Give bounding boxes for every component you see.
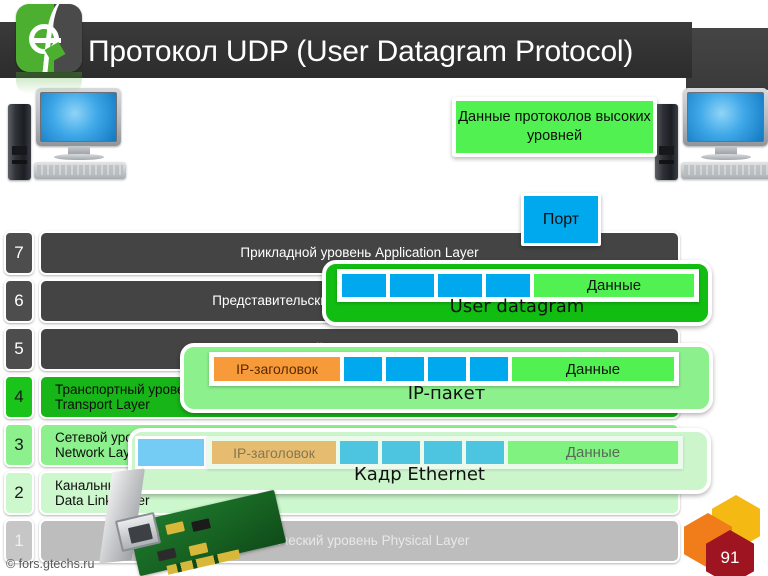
ip-segment-row: IP-заголовок Данные (209, 352, 679, 386)
slide-canvas: Протокол UDP (User Datagram Protocol) Да… (0, 0, 768, 576)
port-field-2 (388, 272, 436, 299)
osi-layer-number-3: 3 (4, 423, 34, 467)
logo-plate (16, 4, 82, 72)
ip-header-field: IP-заголовок (212, 355, 342, 383)
udp-panel-label: User datagram (449, 296, 585, 317)
port-field-2 (380, 439, 422, 466)
port-field-2 (384, 355, 426, 383)
udp-data-field: Данные (532, 272, 696, 299)
ip-data-field: Данные (510, 355, 676, 383)
ethernet-data-label: Данные (565, 444, 621, 461)
upper-layer-data-label: Данные протоколов высоких уровней (458, 109, 651, 144)
port-label: Порт (542, 210, 580, 228)
ip-packet-panel: IP-заголовок Данные IP-пакет (180, 343, 713, 413)
ip-panel-label: IP-пакет (407, 383, 486, 404)
upper-layer-data-box: Данные протоколов высоких уровней (452, 97, 657, 157)
logo-letter-e-icon (29, 24, 61, 54)
page-number: 91 (720, 547, 740, 567)
port-field-3 (422, 439, 464, 466)
keyboard-icon (34, 162, 126, 179)
udp-data-label: Данные (586, 277, 642, 294)
monitor-base (54, 154, 104, 160)
port-field-1 (340, 272, 388, 299)
ip-header-label: IP-заголовок (236, 361, 318, 377)
port-box: Порт (521, 193, 601, 246)
computer-right-icon (655, 88, 768, 180)
osi-layer-number-7: 7 (4, 231, 34, 275)
osi-layer-number-2: 2 (4, 471, 34, 515)
udp-datagram-panel: Данные User datagram (322, 260, 712, 326)
computer-tower-icon (8, 104, 31, 180)
ip-data-label: Данные (565, 360, 621, 378)
port-field-4 (468, 355, 510, 383)
page-title: Протокол UDP (User Datagram Protocol) (88, 35, 634, 68)
computer-screen (687, 92, 764, 142)
copyright-text: © fors.gtechs.ru (6, 557, 95, 571)
computer-left-icon (8, 88, 128, 180)
osi-layer-number-5: 5 (4, 327, 34, 371)
computer-monitor-icon (36, 88, 121, 146)
network-interface-card-icon (92, 468, 292, 576)
osi-layer-text: Транспортный уровень Transport Layer (55, 382, 200, 412)
computer-screen (40, 92, 117, 142)
osi-layer-number-6: 6 (4, 279, 34, 323)
logo-reflection (16, 72, 82, 94)
monitor-base (701, 154, 751, 160)
port-field-3 (426, 355, 468, 383)
port-field-1 (338, 439, 380, 466)
port-field-3 (436, 272, 484, 299)
keyboard-icon (681, 162, 768, 179)
ip-header-label: IP-заголовок (233, 444, 315, 461)
port-field-4 (464, 439, 506, 466)
osi-layer-text: Прикладной уровень Application Layer (240, 245, 479, 260)
ethernet-data-field: Данные (506, 439, 680, 466)
computer-monitor-icon (683, 88, 768, 146)
brand-logo (16, 4, 82, 94)
port-field-4 (484, 272, 532, 299)
ip-header-field: IP-заголовок (210, 439, 338, 466)
osi-layer-number-4: 4 (4, 375, 34, 419)
computer-tower-icon (655, 104, 678, 180)
port-field-1 (342, 355, 384, 383)
